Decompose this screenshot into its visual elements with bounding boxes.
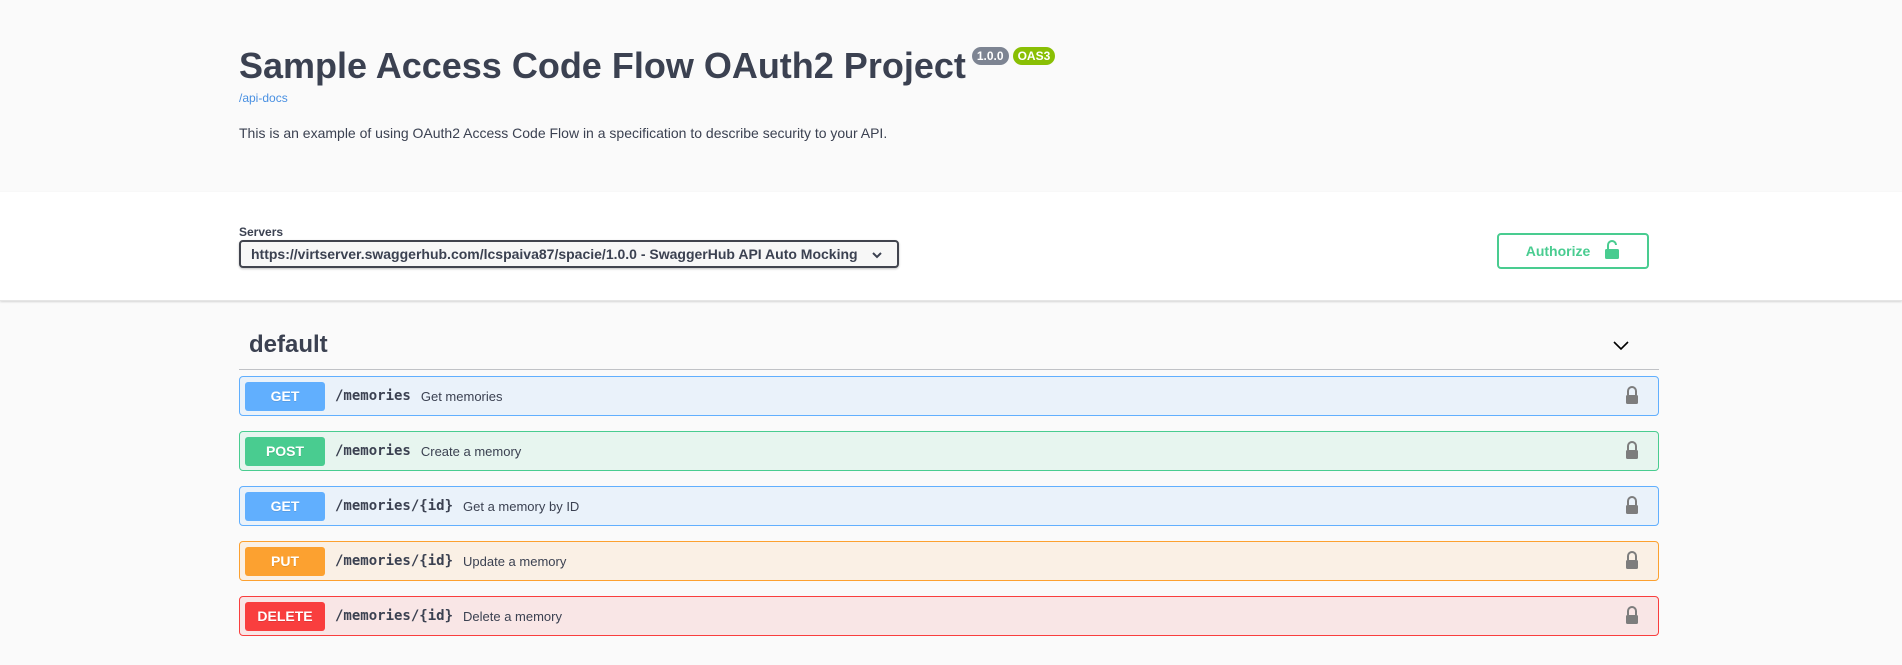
page-title: Sample Access Code Flow OAuth2 Project <box>239 45 966 86</box>
servers-label: Servers <box>239 225 284 239</box>
operation-path: /memories <box>335 443 411 459</box>
operation-get-memory-by-id[interactable]: GET /memories/{id} Get a memory by ID <box>239 486 1659 526</box>
operation-summary: Update a memory <box>463 553 567 569</box>
authorize-button[interactable]: Authorize <box>1497 233 1649 269</box>
servers-bar: Servers https://virtserver.swaggerhub.co… <box>0 192 1902 301</box>
tag-name: default <box>249 331 328 358</box>
unlocked-icon <box>1604 239 1620 263</box>
chevron-down-icon <box>871 248 883 264</box>
oas-badge: OAS3 <box>1012 47 1056 65</box>
method-badge: POST <box>245 436 325 466</box>
operation-path: /memories/{id} <box>335 553 454 569</box>
title-row: Sample Access Code Flow OAuth2 Project 1… <box>239 44 1056 88</box>
operation-path: /memories/{id} <box>335 498 454 514</box>
lock-icon[interactable] <box>1624 496 1640 521</box>
method-badge: GET <box>245 381 325 411</box>
lock-icon[interactable] <box>1624 441 1640 466</box>
lock-icon[interactable] <box>1624 386 1640 411</box>
tag-header-default[interactable]: default <box>239 321 1659 370</box>
operations-section: default GET /memories Get memories POST … <box>239 321 1659 636</box>
operation-summary: Get a memory by ID <box>463 498 580 514</box>
operation-get-memories[interactable]: GET /memories Get memories <box>239 376 1659 416</box>
info-header: Sample Access Code Flow OAuth2 Project 1… <box>0 0 1902 192</box>
operation-summary: Get memories <box>420 388 503 404</box>
operation-path: /memories <box>335 388 411 404</box>
lock-icon[interactable] <box>1624 551 1640 576</box>
api-docs-link[interactable]: /api-docs <box>239 91 288 105</box>
api-description: This is an example of using OAuth2 Acces… <box>239 125 888 141</box>
operation-put-memory[interactable]: PUT /memories/{id} Update a memory <box>239 541 1659 581</box>
operation-summary: Create a memory <box>420 443 522 459</box>
servers-select-value: https://virtserver.swaggerhub.com/lcspai… <box>251 246 858 262</box>
method-badge: DELETE <box>245 601 325 631</box>
method-badge: PUT <box>245 546 325 576</box>
lock-icon[interactable] <box>1624 606 1640 631</box>
operation-post-memories[interactable]: POST /memories Create a memory <box>239 431 1659 471</box>
operation-summary: Delete a memory <box>463 608 562 624</box>
operation-delete-memory[interactable]: DELETE /memories/{id} Delete a memory <box>239 596 1659 636</box>
servers-select[interactable]: https://virtserver.swaggerhub.com/lcspai… <box>239 240 899 268</box>
chevron-down-icon[interactable] <box>1611 335 1631 360</box>
authorize-label: Authorize <box>1525 243 1591 259</box>
version-badge: 1.0.0 <box>971 47 1009 65</box>
operation-path: /memories/{id} <box>335 608 454 624</box>
method-badge: GET <box>245 491 325 521</box>
